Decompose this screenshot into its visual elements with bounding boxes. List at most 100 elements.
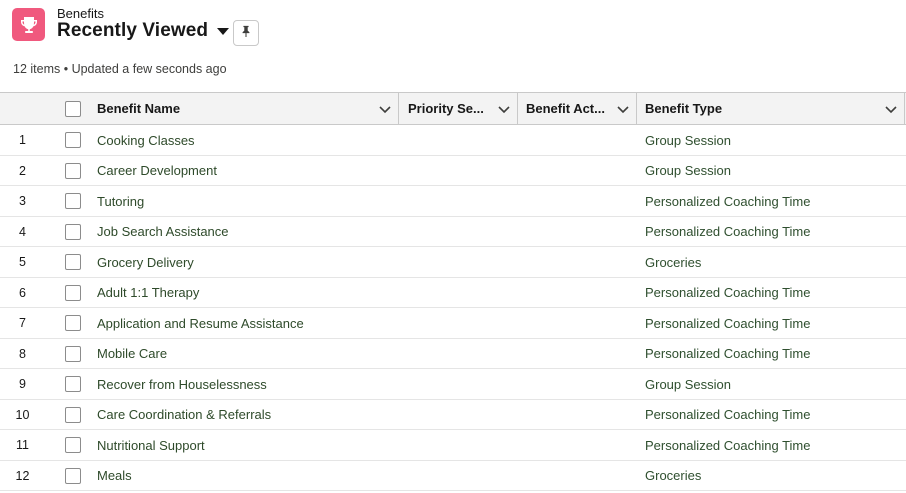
table-row: 12 Meals Groceries [0, 461, 906, 491]
row-number: 9 [19, 377, 26, 391]
row-checkbox[interactable] [65, 406, 81, 423]
row-checkbox[interactable] [65, 193, 81, 209]
benefit-name-cell: Adult 1:1 Therapy [97, 278, 199, 308]
table-row: 2 Career Development Group Session [0, 156, 906, 186]
benefit-type-cell: Personalized Coaching Time [645, 224, 811, 239]
benefit-type-cell: Group Session [645, 132, 731, 148]
row-checkbox[interactable] [65, 254, 81, 270]
row-checkbox[interactable] [65, 284, 81, 301]
benefit-name-cell: Grocery Delivery [97, 247, 194, 277]
benefit-name-link[interactable]: Adult 1:1 Therapy [97, 285, 199, 300]
table-body: 1 Cooking Classes Group Session 2 Career Dev… [0, 125, 906, 491]
column-divider[interactable] [636, 93, 637, 124]
benefit-name-link[interactable]: Meals [97, 468, 132, 483]
benefit-name-cell: Job Search Assistance [97, 217, 229, 247]
row-number: 3 [19, 194, 26, 208]
trophy-icon [12, 8, 45, 41]
row-checkbox[interactable] [65, 162, 81, 179]
table-header: Benefit Name Priority Se... Benefit Act.… [0, 92, 906, 125]
benefit-name-cell: Recover from Houselessness [97, 369, 267, 399]
pin-button[interactable] [233, 20, 259, 46]
benefit-name-cell: Cooking Classes [97, 125, 195, 155]
list-view-title-row[interactable]: Recently Viewed [57, 20, 230, 42]
row-checkbox-cell [65, 125, 81, 155]
table-row: 3 Tutoring Personalized Coaching Time [0, 186, 906, 217]
benefit-name-link[interactable]: Grocery Delivery [97, 255, 194, 270]
list-view-header: Benefits Recently Viewed 12 items • Upda… [0, 0, 906, 92]
benefit-name-cell: Application and Resume Assistance [97, 308, 304, 338]
row-number: 12 [15, 468, 30, 483]
benefit-type-cell: Personalized Coaching Time [645, 407, 811, 422]
row-number: 8 [19, 346, 26, 361]
row-checkbox-cell [65, 461, 81, 491]
column-divider[interactable] [904, 93, 905, 124]
table-row: 8 Mobile Care Personalized Coaching Time [0, 339, 906, 369]
benefit-name-link[interactable]: Recover from Houselessness [97, 377, 267, 392]
row-checkbox[interactable] [65, 223, 81, 240]
column-header-benefit-name[interactable]: Benefit Name [97, 93, 398, 124]
row-checkbox[interactable] [65, 132, 81, 148]
benefit-name-link[interactable]: Application and Resume Assistance [97, 316, 304, 331]
table-row: 4 Job Search Assistance Personalized Coach… [0, 217, 906, 247]
row-number: 11 [16, 438, 29, 452]
benefit-type-cell: Personalized Coaching Time [645, 193, 811, 209]
benefit-name-cell: Meals [97, 461, 132, 491]
row-checkbox[interactable] [65, 437, 81, 453]
row-checkbox-cell [65, 400, 81, 430]
benefit-name-link[interactable]: Tutoring [97, 194, 144, 209]
chevron-down-icon[interactable] [497, 102, 511, 116]
row-number: 7 [19, 316, 26, 330]
pin-icon [240, 24, 252, 42]
row-number: 10 [15, 407, 30, 422]
benefit-type-cell: Personalized Coaching Time [645, 437, 811, 453]
row-checkbox[interactable] [65, 315, 81, 331]
row-number: 5 [19, 255, 26, 269]
row-checkbox-cell [65, 430, 81, 460]
list-meta-info: 12 items • Updated a few seconds ago [13, 62, 227, 76]
benefit-name-link[interactable]: Cooking Classes [97, 133, 195, 148]
row-checkbox-cell [65, 247, 81, 277]
column-label: Benefit Act... [526, 101, 605, 116]
benefit-type-cell: Group Session [645, 163, 731, 178]
table-row: 10 Care Coordination & Referrals Personali… [0, 400, 906, 430]
column-header-benefit-type[interactable]: Benefit Type [645, 93, 904, 124]
chevron-down-icon[interactable] [616, 102, 630, 116]
object-label: Benefits [57, 6, 104, 21]
column-divider[interactable] [398, 93, 399, 124]
column-header-benefit-act[interactable]: Benefit Act... [526, 93, 636, 124]
row-checkbox-cell [65, 186, 81, 216]
row-checkbox[interactable] [65, 467, 81, 484]
chevron-down-icon[interactable] [378, 102, 392, 116]
benefit-type-cell: Personalized Coaching Time [645, 346, 811, 361]
column-header-priority-se[interactable]: Priority Se... [408, 93, 517, 124]
list-view-title[interactable]: Recently Viewed [57, 20, 208, 42]
benefit-name-link[interactable]: Mobile Care [97, 346, 167, 361]
table-row: 11 Nutritional Support Personalized Coachi… [0, 430, 906, 461]
column-label: Benefit Type [645, 101, 723, 116]
row-checkbox[interactable] [65, 345, 81, 362]
row-checkbox[interactable] [65, 376, 81, 392]
benefit-name-link[interactable]: Job Search Assistance [97, 224, 229, 239]
row-checkbox-cell [65, 339, 81, 369]
column-label: Benefit Name [97, 101, 181, 116]
table-row: 7 Application and Resume Assistance Person… [0, 308, 906, 339]
benefit-type-cell: Groceries [645, 468, 702, 483]
benefit-name-link[interactable]: Care Coordination & Referrals [97, 407, 271, 422]
benefit-type-cell: Groceries [645, 254, 702, 270]
row-checkbox-cell [65, 308, 81, 338]
data-table: Benefit Name Priority Se... Benefit Act.… [0, 92, 906, 491]
select-all-checkbox[interactable] [65, 100, 81, 117]
chevron-down-icon[interactable] [884, 102, 898, 116]
row-checkbox-cell [65, 278, 81, 308]
benefit-type-cell: Personalized Coaching Time [645, 315, 811, 331]
select-all-cell [65, 93, 81, 124]
row-number: 1 [19, 133, 26, 147]
benefit-name-link[interactable]: Career Development [97, 163, 217, 178]
column-divider[interactable] [517, 93, 518, 124]
table-row: 6 Adult 1:1 Therapy Personalized Coaching … [0, 278, 906, 308]
row-checkbox-cell [65, 369, 81, 399]
caret-down-icon[interactable] [216, 24, 230, 38]
benefit-name-link[interactable]: Nutritional Support [97, 438, 205, 453]
benefit-name-cell: Care Coordination & Referrals [97, 400, 271, 430]
benefit-type-cell: Personalized Coaching Time [645, 285, 811, 300]
